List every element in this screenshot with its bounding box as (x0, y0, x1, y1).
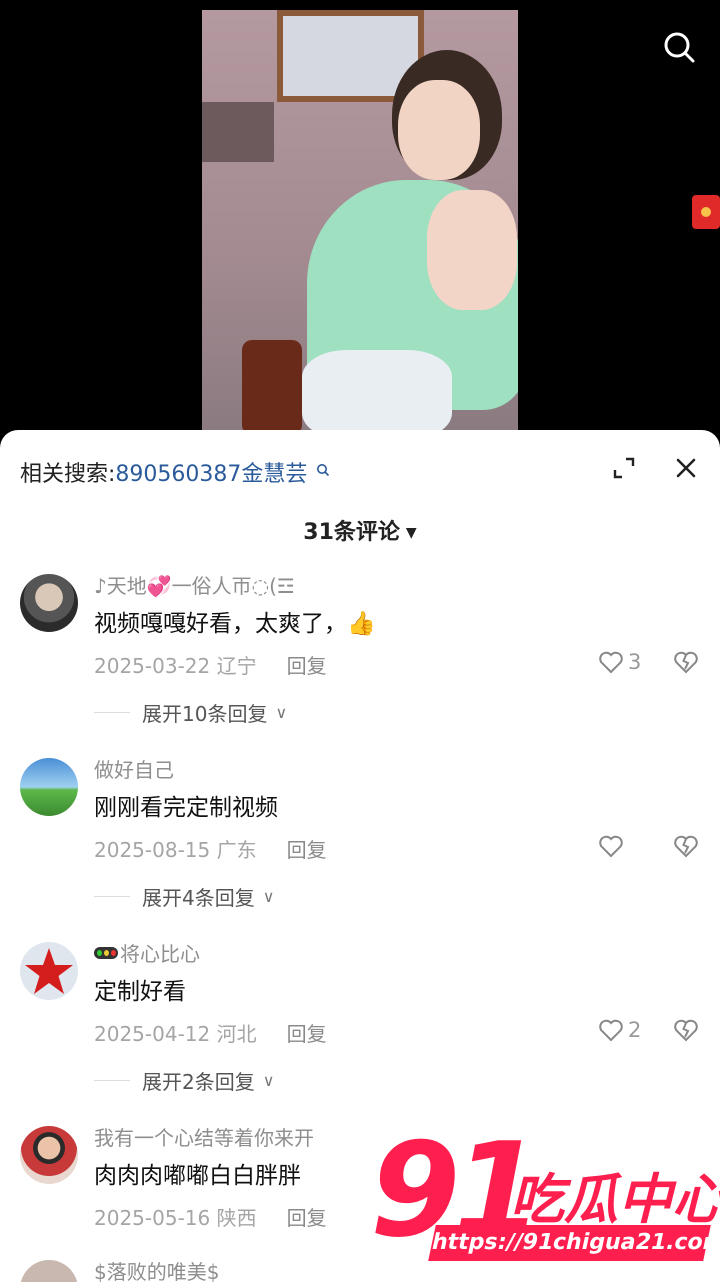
comment-meta: 2025-08-15 广东 回复 (94, 834, 327, 863)
comment-username[interactable]: 我有一个心结等着你来开 (94, 1122, 314, 1151)
chevron-down-icon: ∨ (275, 703, 288, 722)
like-count: 2 (628, 1018, 642, 1042)
person-skirt (302, 350, 452, 435)
avatar[interactable] (20, 574, 78, 632)
expand-icon[interactable] (612, 456, 636, 480)
watermark-logo: 91 吃瓜中心 https://91chigua21.com (370, 1125, 720, 1275)
avatar[interactable] (20, 1260, 78, 1282)
comment-meta: 2025-05-16 陕西 回复 (94, 1202, 327, 1231)
comment-date-location: 2025-04-12 河北 (94, 1022, 257, 1046)
avatar[interactable] (20, 1126, 78, 1184)
comment-text: 肉肉肉嘟嘟白白胖胖 (94, 1163, 301, 1189)
red-packet-icon[interactable] (692, 195, 720, 229)
chair (242, 340, 302, 435)
reply-button[interactable]: 回复 (287, 838, 327, 862)
comment-meta: 2025-03-22 辽宁 回复 (94, 650, 327, 679)
chevron-down-icon: ∨ (262, 1071, 275, 1090)
avatar[interactable] (20, 942, 78, 1000)
comment-username[interactable]: ♪天地💞一俗人帀◌(☲ (94, 570, 295, 599)
comment-meta: 2025-04-12 河北 回复 (94, 1018, 327, 1047)
expand-replies-label: 展开4条回复 (142, 886, 255, 910)
related-search-label: 相关搜索: (20, 462, 116, 487)
comment-username[interactable]: $落败的唯美$ (94, 1256, 219, 1282)
like-button[interactable]: 3 (598, 648, 641, 676)
like-count: 3 (628, 650, 642, 674)
divider (94, 712, 130, 713)
reply-button[interactable]: 回复 (287, 1022, 327, 1046)
comment-count-dropdown[interactable]: 31条评论 ▼ (0, 514, 720, 546)
heart-icon (599, 1019, 623, 1042)
expand-replies-button[interactable]: 展开2条回复 ∨ (94, 1066, 274, 1095)
chevron-down-icon: ∨ (262, 887, 275, 906)
video-player[interactable] (0, 0, 720, 440)
red-star-icon (25, 948, 73, 994)
comment-text: 定制好看 (94, 979, 186, 1005)
reply-button[interactable]: 回复 (287, 1206, 327, 1230)
video-frame[interactable] (202, 10, 518, 435)
person-arm (427, 190, 517, 310)
person-face (398, 80, 480, 180)
heart-icon (599, 835, 623, 858)
broken-heart-icon[interactable] (672, 832, 700, 860)
search-small-icon (317, 464, 330, 477)
comment-date-location: 2025-08-15 广东 (94, 838, 257, 862)
related-search-keyword[interactable]: 890560387金慧芸 (115, 462, 307, 487)
comment-date-location: 2025-05-16 陕西 (94, 1206, 257, 1230)
expand-replies-label: 展开2条回复 (142, 1070, 255, 1094)
comment-date-location: 2025-03-22 辽宁 (94, 654, 257, 678)
avatar[interactable] (20, 758, 78, 816)
expand-replies-label: 展开10条回复 (142, 702, 268, 726)
reply-button[interactable]: 回复 (287, 654, 327, 678)
divider (94, 1080, 130, 1081)
comment-username[interactable]: 将心比心 (94, 938, 200, 967)
shelf (202, 102, 274, 162)
watermark-text: 吃瓜中心 (510, 1168, 720, 1231)
traffic-light-icon (94, 947, 118, 959)
divider (94, 896, 130, 897)
expand-replies-button[interactable]: 展开10条回复 ∨ (94, 698, 287, 727)
like-button[interactable] (598, 832, 628, 860)
heart-icon (599, 651, 623, 674)
related-search[interactable]: 相关搜索:890560387金慧芸 (20, 456, 330, 488)
search-icon[interactable] (662, 30, 696, 64)
comment-username-text: 将心比心 (120, 942, 200, 966)
expand-replies-button[interactable]: 展开4条回复 ∨ (94, 882, 274, 911)
like-button[interactable]: 2 (598, 1016, 641, 1044)
comment-username[interactable]: 做好自己 (94, 754, 174, 783)
close-icon[interactable] (674, 456, 698, 480)
comment-count: 31条评论 (303, 520, 400, 545)
comment-text: 视频嘎嘎好看，太爽了，👍 (94, 611, 376, 637)
caret-down-icon: ▼ (405, 525, 417, 541)
broken-heart-icon[interactable] (672, 1016, 700, 1044)
broken-heart-icon[interactable] (672, 648, 700, 676)
watermark-url: https://91chigua21.com (428, 1225, 720, 1261)
comment-text: 刚刚看完定制视频 (94, 795, 278, 821)
